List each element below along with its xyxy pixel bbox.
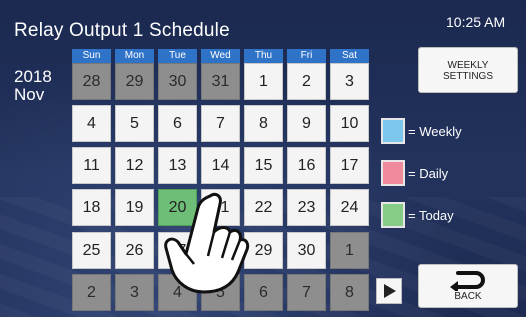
calendar-day[interactable]: 31: [201, 63, 240, 100]
calendar-day[interactable]: 23: [287, 189, 326, 226]
weekday-sun: Sun: [72, 49, 111, 63]
calendar-day[interactable]: 29: [115, 63, 154, 100]
clock: 10:25 AM: [446, 14, 506, 30]
calendar-day[interactable]: 28: [72, 63, 111, 100]
calendar-day[interactable]: 3: [330, 63, 369, 100]
calendar-day[interactable]: 7: [287, 274, 326, 311]
calendar-day[interactable]: 15: [244, 147, 283, 184]
calendar-day[interactable]: 4: [72, 105, 111, 142]
page-title: Relay Output 1 Schedule: [14, 20, 230, 41]
month-label: Nov: [14, 85, 45, 104]
schedule-screen: Relay Output 1 Schedule 10:25 AM 2018 No…: [0, 0, 526, 317]
calendar-day[interactable]: 3: [115, 274, 154, 311]
play-triangle-icon: [384, 284, 396, 298]
back-arrow-icon: [450, 271, 485, 291]
month-year-label: 2018 Nov: [14, 68, 52, 104]
calendar-day[interactable]: 25: [72, 232, 111, 269]
touch-hand-icon: [164, 192, 250, 294]
back-button[interactable]: BACK: [418, 264, 518, 308]
legend-swatch: [381, 118, 405, 144]
calendar-day[interactable]: 5: [115, 105, 154, 142]
back-label: BACK: [454, 291, 482, 302]
weekly-settings-button[interactable]: WEEKLY SETTINGS: [418, 47, 518, 93]
calendar-day[interactable]: 30: [158, 63, 197, 100]
calendar-day[interactable]: 24: [330, 189, 369, 226]
calendar-day[interactable]: 2: [72, 274, 111, 311]
weekly-settings-line1: WEEKLY: [447, 60, 489, 71]
calendar-day[interactable]: 13: [158, 147, 197, 184]
calendar-day[interactable]: 10: [330, 105, 369, 142]
calendar-day[interactable]: 7: [201, 105, 240, 142]
weekday-mon: Mon: [115, 49, 154, 63]
calendar-day[interactable]: 8: [330, 274, 369, 311]
calendar-day[interactable]: 16: [287, 147, 326, 184]
calendar-day[interactable]: 8: [244, 105, 283, 142]
calendar-day[interactable]: 2: [287, 63, 326, 100]
legend-label: = Daily: [408, 166, 449, 181]
weekday-thu: Thu: [244, 49, 283, 63]
calendar-day[interactable]: 1: [330, 232, 369, 269]
calendar-day[interactable]: 6: [158, 105, 197, 142]
next-page-button[interactable]: [376, 278, 402, 304]
legend-swatch: [381, 160, 405, 186]
weekly-settings-line2: SETTINGS: [442, 71, 493, 82]
legend-label: = Weekly: [408, 124, 462, 139]
weekday-sat: Sat: [330, 49, 369, 63]
legend-swatch: [381, 202, 405, 228]
legend-label: = Today: [408, 208, 454, 223]
calendar-day[interactable]: 11: [72, 147, 111, 184]
calendar-day[interactable]: 26: [115, 232, 154, 269]
weekday-wed: Wed: [201, 49, 240, 63]
weekday-fri: Fri: [287, 49, 326, 63]
calendar-day[interactable]: 12: [115, 147, 154, 184]
calendar-day[interactable]: 17: [330, 147, 369, 184]
weekday-tue: Tue: [158, 49, 197, 63]
calendar-day[interactable]: 19: [115, 189, 154, 226]
calendar-day[interactable]: 30: [287, 232, 326, 269]
calendar-day[interactable]: 1: [244, 63, 283, 100]
year-label: 2018: [14, 67, 52, 86]
calendar-day[interactable]: 14: [201, 147, 240, 184]
calendar-day[interactable]: 18: [72, 189, 111, 226]
calendar-day[interactable]: 9: [287, 105, 326, 142]
